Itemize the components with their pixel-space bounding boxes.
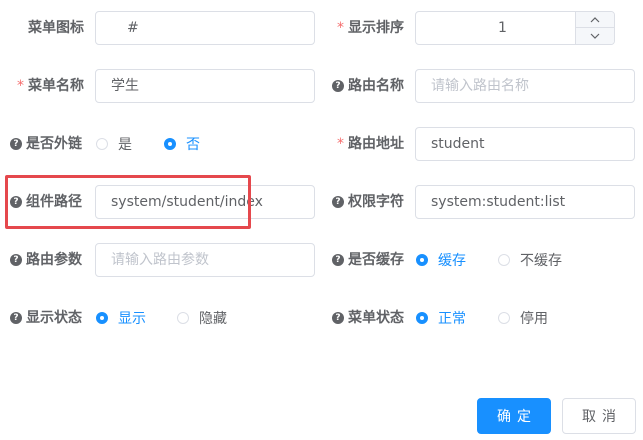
sort-number-input[interactable]: 1 bbox=[415, 11, 615, 45]
sort-stepper bbox=[575, 12, 614, 44]
icon-value: # bbox=[127, 20, 139, 36]
is-frame-radio-yes[interactable]: 是 bbox=[96, 127, 132, 161]
highlight-box bbox=[5, 175, 251, 229]
radio-circle[interactable] bbox=[177, 312, 189, 324]
question-icon[interactable]: ? bbox=[332, 254, 344, 266]
is-cache-label: ? 是否缓存 bbox=[320, 243, 404, 277]
required-mark: * bbox=[337, 20, 344, 36]
query-label: ? 路由参数 bbox=[10, 243, 82, 277]
question-icon[interactable]: ? bbox=[10, 254, 22, 266]
status-radio-disabled[interactable]: 停用 bbox=[498, 301, 548, 335]
menu-name-value: 学生 bbox=[111, 78, 139, 94]
icon-input[interactable]: # bbox=[95, 11, 315, 45]
is-frame-label: ? 是否外链 bbox=[10, 127, 82, 161]
route-name-label: ? 路由名称 bbox=[320, 69, 404, 103]
query-input[interactable]: 请输入路由参数 bbox=[95, 243, 315, 277]
chevron-down-icon bbox=[590, 33, 600, 39]
question-icon[interactable]: ? bbox=[10, 138, 22, 150]
radio-circle[interactable] bbox=[96, 138, 108, 150]
visible-radio-hide[interactable]: 隐藏 bbox=[177, 301, 227, 335]
cancel-button[interactable]: 取消 bbox=[562, 398, 636, 434]
is-frame-radio-no[interactable]: 否 bbox=[164, 127, 200, 161]
perms-value: system:student:list bbox=[431, 194, 566, 210]
is-cache-radio-no-cache[interactable]: 不缓存 bbox=[498, 243, 562, 277]
path-value: student bbox=[431, 136, 485, 152]
query-placeholder: 请输入路由参数 bbox=[111, 252, 209, 268]
radio-circle[interactable] bbox=[498, 254, 510, 266]
is-cache-radio-cache[interactable]: 缓存 bbox=[416, 243, 466, 277]
radio-circle[interactable] bbox=[416, 312, 428, 324]
perms-input[interactable]: system:student:list bbox=[415, 185, 635, 219]
visible-label: ? 显示状态 bbox=[10, 301, 82, 335]
sort-value: 1 bbox=[498, 20, 507, 36]
chevron-up-icon bbox=[590, 16, 600, 22]
visible-radio-show[interactable]: 显示 bbox=[96, 301, 146, 335]
route-name-placeholder: 请输入路由名称 bbox=[431, 78, 529, 94]
menu-name-input[interactable]: 学生 bbox=[95, 69, 315, 103]
radio-circle[interactable] bbox=[164, 138, 176, 150]
confirm-button[interactable]: 确定 bbox=[477, 398, 551, 434]
increase-button[interactable] bbox=[576, 12, 614, 28]
question-icon[interactable]: ? bbox=[332, 312, 344, 324]
question-icon[interactable]: ? bbox=[10, 312, 22, 324]
radio-circle[interactable] bbox=[416, 254, 428, 266]
path-label: * 路由地址 bbox=[320, 127, 404, 161]
menu-name-label: * 菜单名称 bbox=[0, 69, 84, 103]
decrease-button[interactable] bbox=[576, 28, 614, 44]
required-mark: * bbox=[17, 78, 24, 94]
question-icon[interactable]: ? bbox=[332, 196, 344, 208]
status-label: ? 菜单状态 bbox=[320, 301, 404, 335]
radio-circle[interactable] bbox=[96, 312, 108, 324]
route-name-input[interactable]: 请输入路由名称 bbox=[415, 69, 635, 103]
icon-label: 菜单图标 bbox=[28, 20, 84, 36]
question-icon[interactable]: ? bbox=[332, 80, 344, 92]
sort-label: * 显示排序 bbox=[320, 11, 404, 45]
required-mark: * bbox=[337, 136, 344, 152]
status-radio-normal[interactable]: 正常 bbox=[416, 301, 466, 335]
path-input[interactable]: student bbox=[415, 127, 635, 161]
perms-label: ? 权限字符 bbox=[320, 185, 404, 219]
radio-circle[interactable] bbox=[498, 312, 510, 324]
